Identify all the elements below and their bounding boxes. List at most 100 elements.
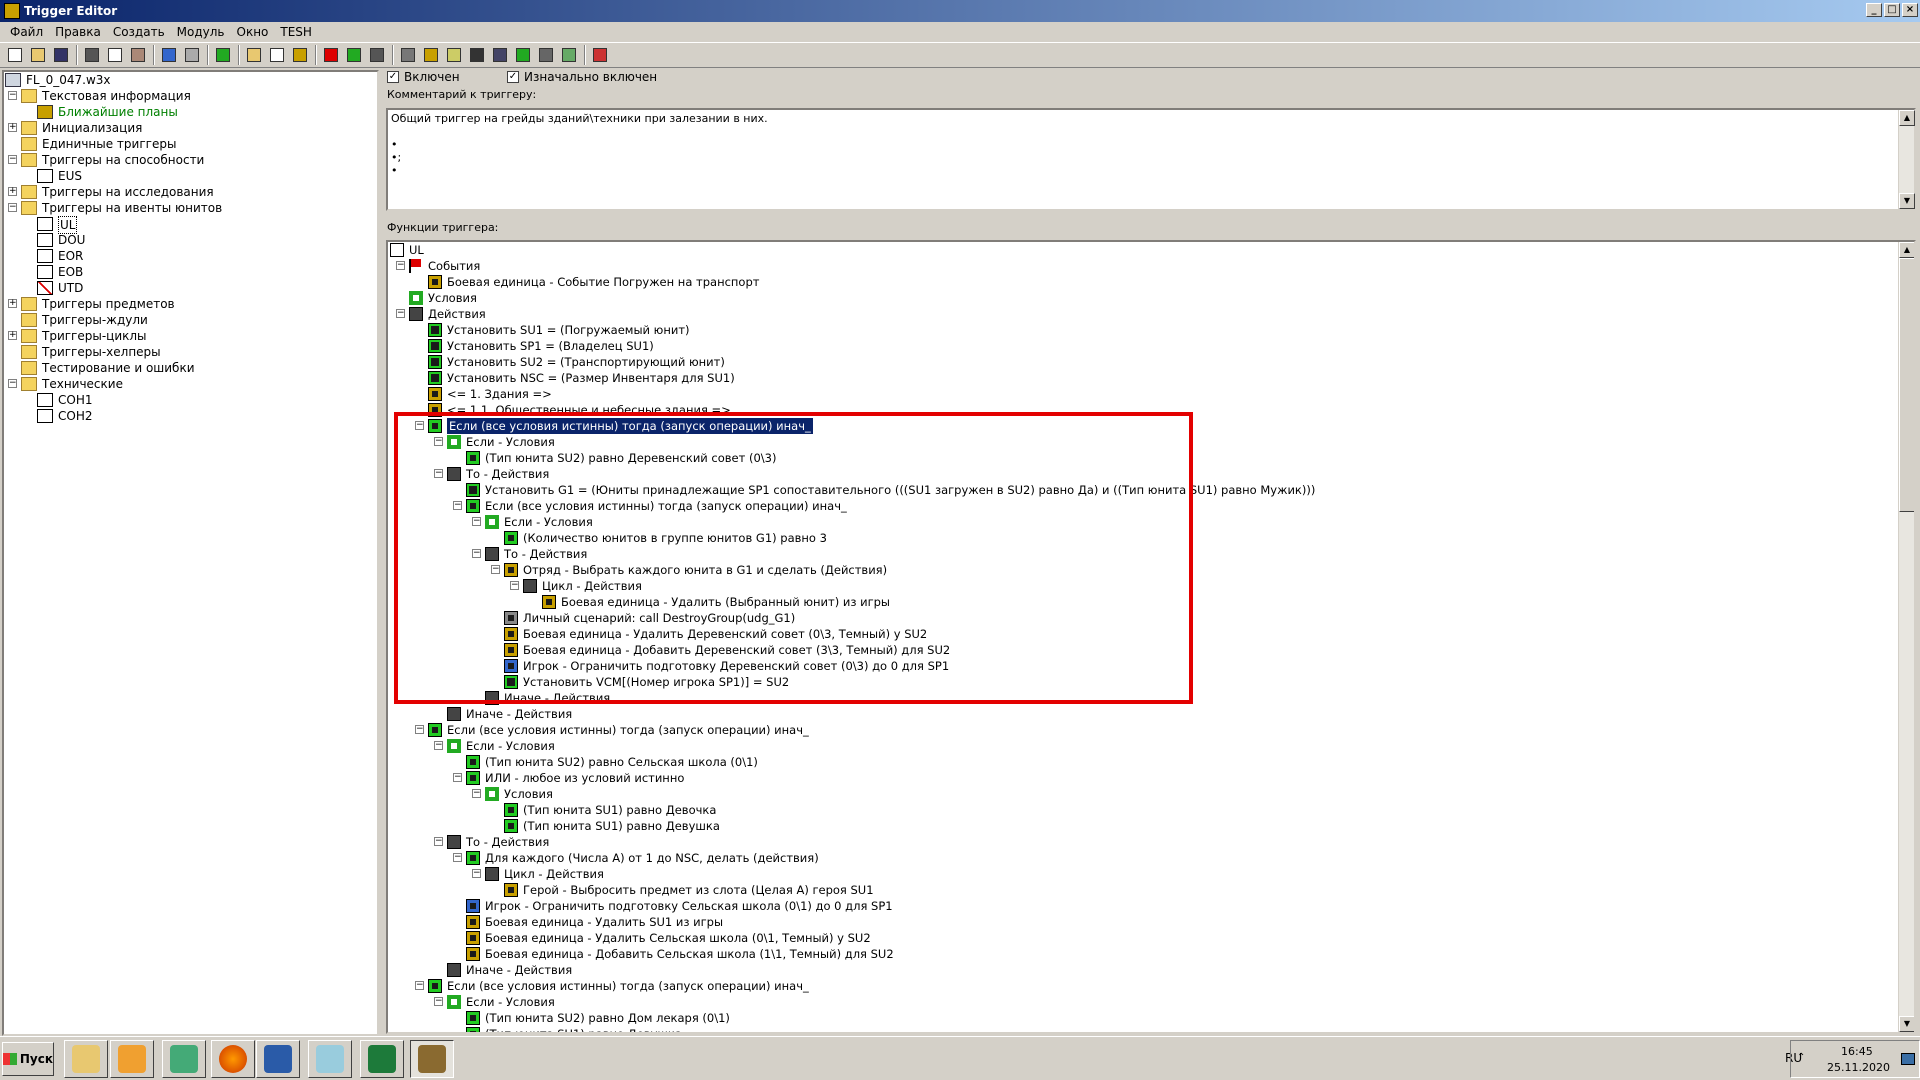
function-row[interactable]: UL [388,242,1898,258]
taskbar-trigger-editor[interactable] [410,1040,454,1078]
function-row[interactable]: <= 1.1. Общественные и небесные здания =… [388,402,1898,418]
function-row[interactable]: − Действия [388,306,1898,322]
collapse-icon[interactable]: − [396,261,405,270]
enabled-checkbox[interactable]: ✓ Включен [387,70,460,84]
function-row[interactable]: Иначе - Действия [388,962,1898,978]
collapse-icon[interactable]: − [434,997,443,1006]
tree-item[interactable]: Единичные триггеры [4,136,377,152]
ai-button[interactable] [466,44,488,66]
tree-item[interactable]: COH2 [4,408,377,424]
collapse-icon[interactable]: − [8,155,17,164]
function-row[interactable]: − То - Действия [388,546,1898,562]
function-row[interactable]: − Если - Условия [388,514,1898,530]
collapse-icon[interactable]: − [453,853,462,862]
function-row[interactable]: (Количество юнитов в группе юнитов G1) р… [388,530,1898,546]
tree-item[interactable]: Ближайшие планы [4,104,377,120]
collapse-icon[interactable]: − [415,981,424,990]
scroll-up-icon[interactable]: ▲ [1899,242,1914,258]
collapse-icon[interactable]: − [453,501,462,510]
object-editor-button[interactable] [558,44,580,66]
function-row[interactable]: (Тип юнита SU1) равно Девушка [388,818,1898,834]
clock-time[interactable]: 16:45 [1841,1045,1873,1058]
function-row[interactable]: Установить SU2 = (Транспортирующий юнит) [388,354,1898,370]
tree-item[interactable]: EOB [4,264,377,280]
taskbar-outlook[interactable] [110,1040,154,1078]
trigger-tree[interactable]: FL_0_047.w3x − Текстовая информация Ближайш… [2,70,379,1036]
delete-button[interactable] [212,44,234,66]
cut-button[interactable] [81,44,103,66]
open-button[interactable] [27,44,49,66]
comment-scrollbar[interactable]: ▲ ▼ [1898,110,1915,209]
new-comment-button[interactable] [289,44,311,66]
function-row[interactable]: Игрок - Ограничить подготовку Деревенски… [388,658,1898,674]
function-row[interactable]: Боевая единица - Удалить (Выбранный юнит… [388,594,1898,610]
menu-0[interactable]: Файл [4,25,49,39]
script-button[interactable] [512,44,534,66]
collapse-icon[interactable]: − [453,773,462,782]
new-button[interactable] [4,44,26,66]
tree-item[interactable]: Триггеры-ждули [4,312,377,328]
function-row[interactable]: Иначе - Действия [388,690,1898,706]
scroll-thumb[interactable] [1899,258,1914,512]
function-row[interactable]: Герой - Выбросить предмет из слота (Цела… [388,882,1898,898]
menu-1[interactable]: Правка [49,25,107,39]
functions-tree[interactable]: ▲ ▼ UL − События Боевая единица - Событие П… [386,240,1916,1034]
function-row[interactable]: Боевая единица - Добавить Деревенский со… [388,642,1898,658]
save-button[interactable] [50,44,72,66]
scroll-down-icon[interactable]: ▼ [1899,1016,1914,1032]
taskbar-firefox[interactable] [211,1040,255,1078]
collapse-icon[interactable]: − [415,421,424,430]
function-row[interactable]: Боевая единица - Удалить Сельская школа … [388,930,1898,946]
function-row[interactable]: Установить SP1 = (Владелец SU1) [388,338,1898,354]
function-row[interactable]: Установить SU1 = (Погружаемый юнит) [388,322,1898,338]
expand-icon[interactable]: + [8,187,17,196]
function-row[interactable]: (Тип юнита SU2) равно Деревенский совет … [388,450,1898,466]
function-row[interactable]: − Если - Условия [388,738,1898,754]
expand-icon[interactable]: + [8,123,17,132]
function-row[interactable]: Боевая единица - Добавить Сельская школа… [388,946,1898,962]
expand-icon[interactable]: + [8,331,17,340]
collapse-icon[interactable]: − [472,869,481,878]
clock-date[interactable]: 25.11.2020 [1827,1061,1890,1074]
function-row[interactable]: Игрок - Ограничить подготовку Сельская ш… [388,898,1898,914]
copy-button[interactable] [104,44,126,66]
tree-item[interactable]: − Технические [4,376,377,392]
sound-button[interactable] [443,44,465,66]
function-row[interactable]: (Тип юнита SU1) равно Девушка [388,1026,1898,1032]
test-map-button[interactable] [589,44,611,66]
menu-5[interactable]: TESH [274,25,318,39]
object-button[interactable] [420,44,442,66]
collapse-icon[interactable]: − [472,549,481,558]
function-row[interactable]: − Если (все условия истинны) тогда (запус… [388,978,1898,994]
tree-item[interactable]: Триггеры-хелперы [4,344,377,360]
tree-item[interactable]: EUS [4,168,377,184]
function-row[interactable]: − События [388,258,1898,274]
function-row[interactable]: − Если (все условия истинны) тогда (запус… [388,418,1898,434]
function-row[interactable]: − Для каждого (Числа A) от 1 до NSC, дела… [388,850,1898,866]
taskbar-explorer[interactable] [64,1040,108,1078]
import-button[interactable] [535,44,557,66]
function-row[interactable]: − Цикл - Действия [388,866,1898,882]
collapse-icon[interactable]: − [491,565,500,574]
initially-on-checkbox[interactable]: ✓ Изначально включен [507,70,657,84]
new-category-button[interactable] [243,44,265,66]
minimize-button[interactable]: _ [1866,3,1882,17]
comment-textarea[interactable]: Общий триггер на грейды зданий\техники п… [386,108,1916,211]
campaign-button[interactable] [489,44,511,66]
tree-item[interactable]: + Триггеры на исследования [4,184,377,200]
function-row[interactable]: − То - Действия [388,834,1898,850]
tree-item[interactable]: UTD [4,280,377,296]
collapse-icon[interactable]: − [434,437,443,446]
collapse-icon[interactable]: − [415,725,424,734]
paste-button[interactable] [127,44,149,66]
function-row[interactable]: Условия [388,290,1898,306]
function-row[interactable]: − Если (все условия истинны) тогда (запус… [388,722,1898,738]
collapse-icon[interactable]: − [510,581,519,590]
collapse-icon[interactable]: − [434,469,443,478]
taskbar-excel[interactable] [360,1040,404,1078]
tree-item[interactable]: FL_0_047.w3x [4,72,377,88]
new-event-button[interactable] [320,44,342,66]
menu-3[interactable]: Модуль [171,25,231,39]
function-row[interactable]: − То - Действия [388,466,1898,482]
function-row[interactable]: Боевая единица - Событие Погружен на тра… [388,274,1898,290]
